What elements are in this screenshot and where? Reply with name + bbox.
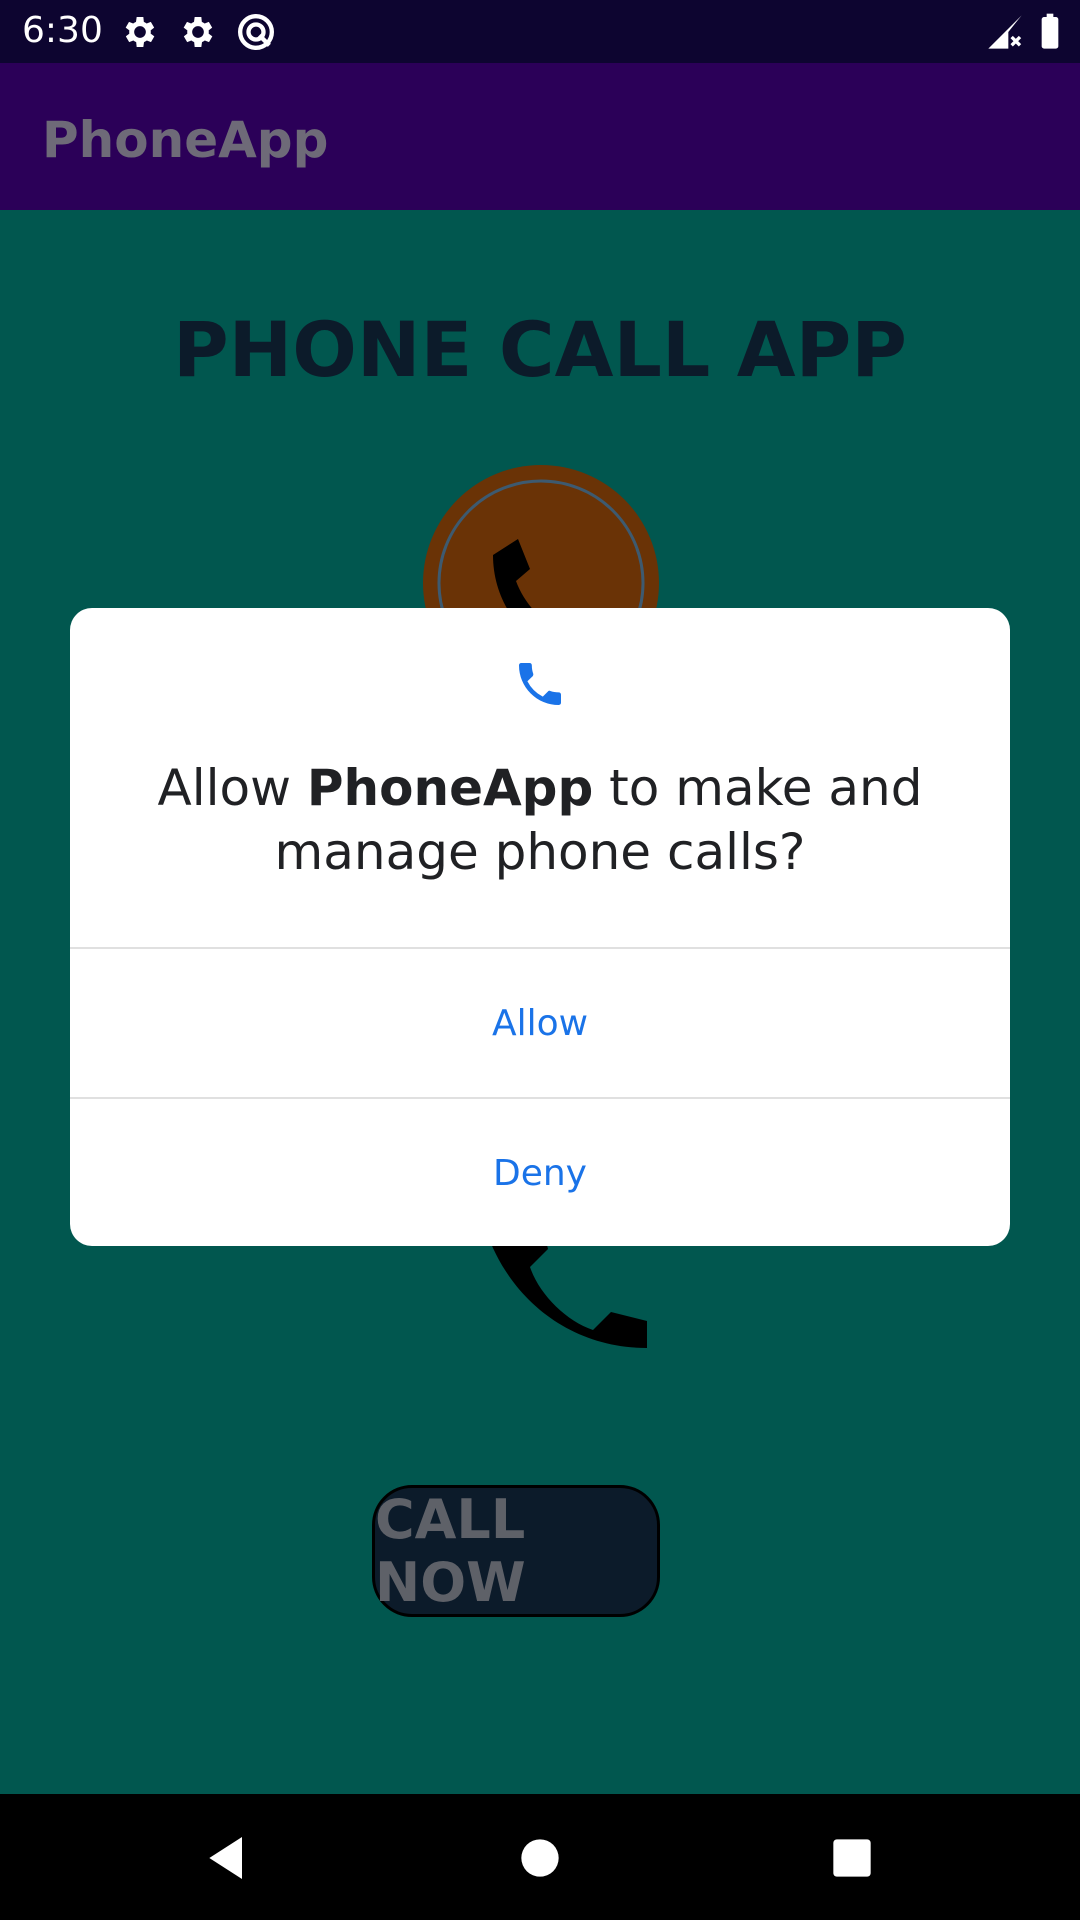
dialog-message-line2: manage phone calls? xyxy=(274,823,806,881)
back-icon[interactable] xyxy=(200,1830,256,1886)
dialog-message-prefix: Allow xyxy=(157,759,307,817)
deny-button[interactable]: Deny xyxy=(70,1099,1010,1246)
dialog-app-name: PhoneApp xyxy=(306,759,594,817)
phone-icon xyxy=(519,663,561,705)
dialog-message-suffix: to make and xyxy=(593,759,923,817)
allow-button[interactable]: Allow xyxy=(70,949,1010,1097)
home-icon[interactable] xyxy=(512,1830,568,1886)
recents-icon[interactable] xyxy=(824,1830,880,1886)
dialog-message: Allow PhoneApp to make and manage phone … xyxy=(110,756,970,884)
permission-dialog: Allow PhoneApp to make and manage phone … xyxy=(70,608,1010,1246)
navigation-bar xyxy=(0,1794,1080,1920)
